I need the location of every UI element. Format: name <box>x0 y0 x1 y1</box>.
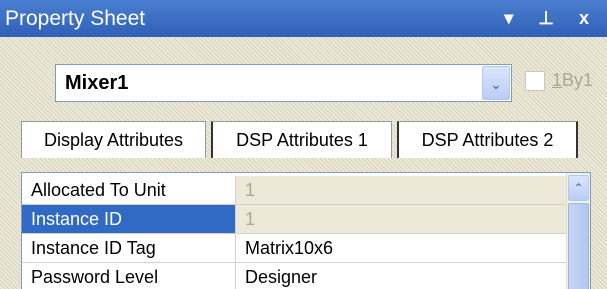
tab-dsp-attributes-2[interactable]: DSP Attributes 2 <box>397 121 578 158</box>
property-row[interactable]: Instance ID Tag Matrix10x6 <box>22 234 567 263</box>
property-value: 1 <box>236 205 567 233</box>
scrollbar-thumb[interactable] <box>568 203 589 289</box>
property-row[interactable]: Instance ID 1 <box>22 205 567 234</box>
property-grid[interactable]: Allocated To Unit 1 Instance ID 1 Instan… <box>21 172 591 289</box>
property-value[interactable]: Matrix10x6 <box>236 234 567 262</box>
property-name: Password Level <box>22 263 236 289</box>
property-name: Instance ID Tag <box>22 234 236 262</box>
chevron-down-icon: ⌄ <box>490 76 502 92</box>
by1-checkbox-label: 1By1 <box>552 70 593 91</box>
property-name: Instance ID <box>22 205 236 233</box>
close-icon[interactable]: x <box>579 8 599 28</box>
combo-dropdown-button[interactable]: ⌄ <box>482 66 510 100</box>
property-value: 1 <box>236 176 567 204</box>
by1-checkbox[interactable] <box>525 71 545 91</box>
property-row[interactable]: Allocated To Unit 1 <box>22 176 567 205</box>
object-selector-value: Mixer1 <box>65 72 129 94</box>
vertical-scrollbar[interactable]: ⌃ <box>566 173 590 289</box>
scroll-up-button[interactable]: ⌃ <box>568 175 589 201</box>
property-value[interactable]: Designer <box>236 263 567 289</box>
title-bar-buttons: ▾ ⊥ x <box>504 0 599 37</box>
chevron-down-icon[interactable]: ▾ <box>504 8 523 28</box>
tab-dsp-attributes-1[interactable]: DSP Attributes 1 <box>211 121 392 158</box>
by1-label-text: By1 <box>562 70 594 90</box>
property-row[interactable]: Password Level Designer <box>22 263 567 289</box>
object-selector-combo[interactable]: Mixer1 ⌄ <box>55 64 512 102</box>
pin-icon[interactable]: ⊥ <box>538 8 564 28</box>
title-bar: Property Sheet ▾ ⊥ x <box>0 0 607 37</box>
property-name: Allocated To Unit <box>22 176 236 204</box>
chevron-up-icon: ⌃ <box>573 181 584 195</box>
by1-mnemonic: 1 <box>552 70 563 90</box>
window-title: Property Sheet <box>5 7 146 30</box>
tab-display-attributes[interactable]: Display Attributes <box>21 121 206 158</box>
